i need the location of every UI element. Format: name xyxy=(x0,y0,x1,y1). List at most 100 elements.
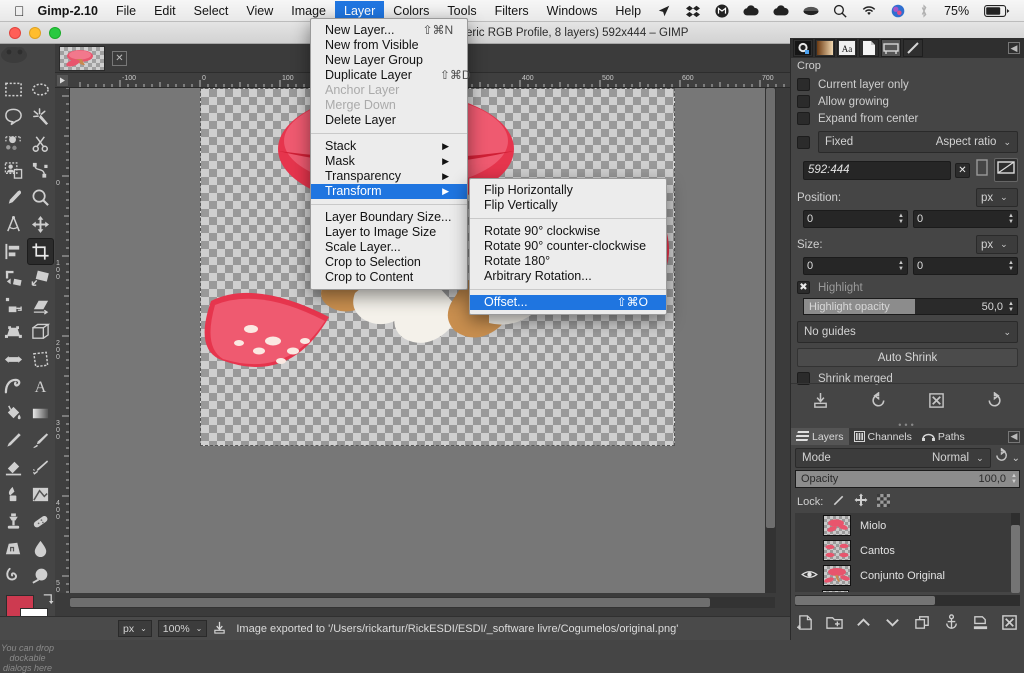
tool-options-icon[interactable] xyxy=(881,39,901,57)
cage-transform-tool[interactable] xyxy=(27,346,54,373)
stepper-icon[interactable]: ▲▼ xyxy=(898,213,904,225)
table-row[interactable]: Conjunto Original xyxy=(795,563,1020,588)
minimize-button[interactable] xyxy=(29,27,41,39)
location-arrow-icon[interactable] xyxy=(650,0,678,22)
eraser-tool[interactable] xyxy=(0,454,27,481)
cloud-icon[interactable] xyxy=(736,0,766,22)
flip-tool[interactable] xyxy=(0,346,27,373)
menu-item-new-layer[interactable]: New Layer...⇧⌘N xyxy=(311,23,467,38)
handle-transform-tool[interactable] xyxy=(0,292,27,319)
cloud-icon[interactable] xyxy=(766,0,796,22)
gradients-icon[interactable] xyxy=(815,39,835,57)
text-tool[interactable]: A xyxy=(27,373,54,400)
checkbox[interactable] xyxy=(797,95,810,108)
dock-separator-grip[interactable]: ••• xyxy=(791,421,1024,428)
delete-tool-preset-icon[interactable] xyxy=(928,392,945,414)
layer-list[interactable]: Miolo Cantos Conjunto Original xyxy=(795,513,1020,592)
layer-vscroll-thumb[interactable] xyxy=(1011,525,1020,593)
menu-item-flip-horizontally[interactable]: Flip Horizontally xyxy=(470,183,666,198)
stepper-icon[interactable]: ▲▼ xyxy=(1011,473,1019,485)
paintbrush-tool[interactable] xyxy=(27,427,54,454)
layer-list-hscrollbar[interactable] xyxy=(795,595,1020,606)
vscroll-thumb[interactable] xyxy=(766,88,775,528)
menu-item-new-from-visible[interactable]: New from Visible xyxy=(311,38,467,53)
lock-position-icon[interactable] xyxy=(854,493,868,510)
table-row[interactable]: Cantos xyxy=(795,538,1020,563)
fixed-aspect-combo[interactable]: Fixed Aspect ratio ⌄ xyxy=(818,131,1018,153)
rect-select-tool[interactable] xyxy=(0,76,27,103)
select-by-color-tool[interactable] xyxy=(0,130,27,157)
tab-channels[interactable]: Channels xyxy=(849,428,917,445)
clone-tool[interactable] xyxy=(0,508,27,535)
menu-item-rotate-90-ccw[interactable]: Rotate 90° counter-clockwise xyxy=(470,239,666,254)
close-tab-icon[interactable]: ✕ xyxy=(112,51,127,66)
menu-help[interactable]: Help xyxy=(606,1,650,21)
anchor-layer-icon[interactable] xyxy=(943,614,960,636)
warp-transform-tool[interactable] xyxy=(0,373,27,400)
position-unit-combo[interactable]: px ⌄ xyxy=(976,188,1018,207)
heal-tool[interactable] xyxy=(27,508,54,535)
size-width-input[interactable]: 0 ▲▼ xyxy=(803,257,908,275)
menu-item-crop-to-content[interactable]: Crop to Content xyxy=(311,270,467,285)
size-height-input[interactable]: 0 ▲▼ xyxy=(913,257,1018,275)
smudge-tool[interactable] xyxy=(0,562,27,589)
duplicate-layer-icon[interactable] xyxy=(914,614,931,636)
move-tool[interactable] xyxy=(27,211,54,238)
lock-alpha-icon[interactable] xyxy=(877,494,890,510)
hscroll-thumb[interactable] xyxy=(70,598,710,607)
pencil-tool[interactable] xyxy=(0,427,27,454)
menu-item-rotate-180[interactable]: Rotate 180° xyxy=(470,254,666,269)
menu-item-transparency[interactable]: Transparency▶ xyxy=(311,169,467,184)
color-picker-tool[interactable] xyxy=(0,184,27,211)
table-row[interactable]: cópia de cópia de cópia de cópia d xyxy=(795,588,1020,592)
ellipse-select-tool[interactable] xyxy=(27,76,54,103)
layers-dock-menu-icon[interactable]: ◀ xyxy=(1008,431,1020,443)
scissors-select-tool[interactable] xyxy=(27,130,54,157)
stepper-icon[interactable]: ▲▼ xyxy=(1008,213,1014,225)
merge-down-icon[interactable] xyxy=(972,614,989,636)
option-highlight[interactable]: ✖ Highlight xyxy=(791,279,1024,296)
position-y-input[interactable]: 0 ▲▼ xyxy=(913,210,1018,228)
portrait-orientation-icon[interactable] xyxy=(974,159,990,181)
menu-edit[interactable]: Edit xyxy=(145,1,185,21)
size-unit-combo[interactable]: px ⌄ xyxy=(976,235,1018,254)
3d-transform-tool[interactable] xyxy=(27,319,54,346)
unified-transform-tool[interactable] xyxy=(27,265,54,292)
crop-tool[interactable] xyxy=(27,238,54,265)
zoom-tool[interactable] xyxy=(27,184,54,211)
menu-item-offset[interactable]: Offset...⇧⌘O xyxy=(470,295,666,310)
menu-item-mask[interactable]: Mask▶ xyxy=(311,154,467,169)
zoom-selector[interactable]: 100% ⌄ xyxy=(158,620,208,637)
dodge-burn-tool[interactable] xyxy=(27,562,54,589)
menu-item-layer-boundary-size[interactable]: Layer Boundary Size... xyxy=(311,210,467,225)
table-row[interactable]: Miolo xyxy=(795,513,1020,538)
globe-icon[interactable] xyxy=(884,0,912,22)
layer-visibility-toggle[interactable] xyxy=(795,569,823,583)
menu-item-scale-layer[interactable]: Scale Layer... xyxy=(311,240,467,255)
clock[interactable]: Qua 14:13 xyxy=(1017,0,1024,25)
new-layer-icon[interactable] xyxy=(797,614,814,636)
clear-aspect-icon[interactable]: ✕ xyxy=(955,163,970,178)
unit-selector[interactable]: px ⌄ xyxy=(118,620,152,637)
mega-icon[interactable] xyxy=(708,0,736,22)
layer-menu[interactable]: New Layer...⇧⌘N New from Visible New Lay… xyxy=(310,18,468,290)
free-select-tool[interactable] xyxy=(0,103,27,130)
menu-item-arbitrary-rotation[interactable]: Arbitrary Rotation... xyxy=(470,269,666,284)
zoom-button[interactable] xyxy=(49,27,61,39)
menu-view[interactable]: View xyxy=(237,1,282,21)
new-layer-group-icon[interactable] xyxy=(826,614,843,636)
paths-tool[interactable] xyxy=(27,157,54,184)
fuzzy-select-tool[interactable] xyxy=(27,103,54,130)
option-allow-growing[interactable]: Allow growing xyxy=(791,93,1024,110)
stepper-icon[interactable]: ▲▼ xyxy=(1008,260,1014,272)
align-tool[interactable] xyxy=(0,238,27,265)
fonts-icon[interactable]: Aa xyxy=(837,39,857,57)
transform-submenu[interactable]: Flip Horizontally Flip Vertically Rotate… xyxy=(469,178,667,315)
checkbox[interactable] xyxy=(797,112,810,125)
window-controls[interactable] xyxy=(0,27,61,39)
layer-hscroll-thumb[interactable] xyxy=(795,596,935,605)
restore-tool-preset-icon[interactable] xyxy=(870,392,887,414)
stepper-icon[interactable]: ▲▼ xyxy=(1008,301,1017,313)
checkbox[interactable]: ✖ xyxy=(797,281,810,294)
aspect-ratio-input[interactable]: 592:444 xyxy=(803,161,951,180)
